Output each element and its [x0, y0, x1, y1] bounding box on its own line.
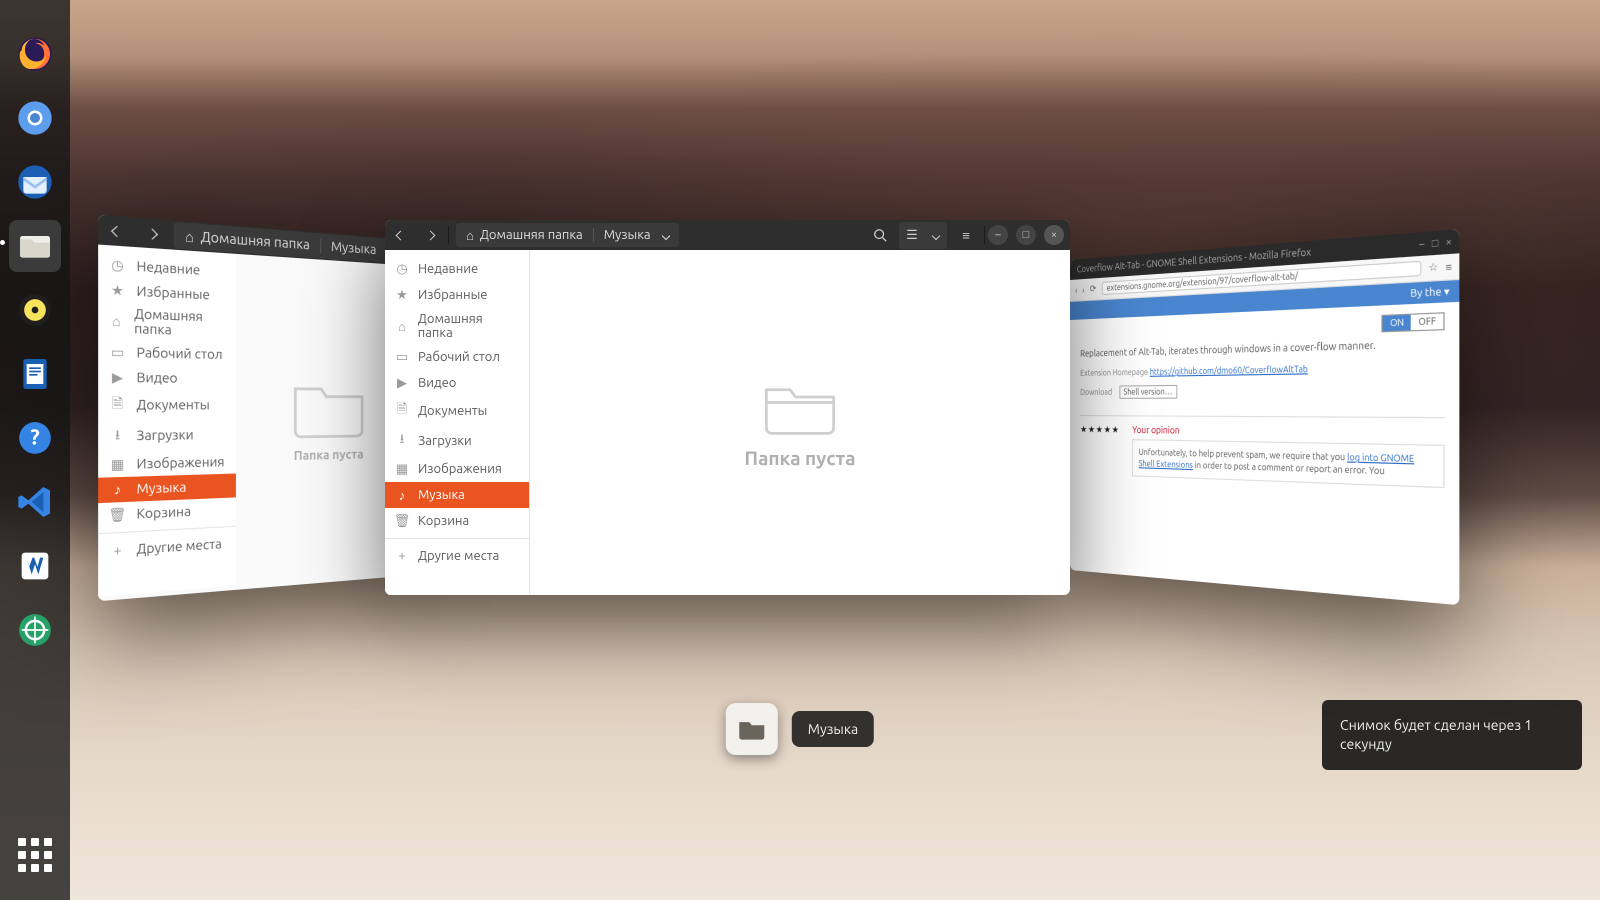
switcher-active-app: Музыка	[726, 703, 874, 755]
shell-version-select[interactable]: Shell version…	[1119, 385, 1177, 399]
nav-forward-button[interactable]: ›	[1082, 285, 1084, 295]
search-button[interactable]	[866, 222, 894, 249]
dock-files[interactable]	[9, 220, 61, 272]
nav-forward-button[interactable]	[135, 217, 168, 250]
sidebar-documents[interactable]: 🗎Документы	[98, 390, 236, 421]
sidebar-starred[interactable]: ★Избранные	[385, 282, 529, 308]
content-area: Папка пуста	[530, 250, 1070, 595]
sidebar-downloads[interactable]: ⭳Загрузки	[98, 420, 236, 452]
dock-virtualbox[interactable]	[9, 540, 61, 592]
menu-icon[interactable]: ≡	[1445, 260, 1451, 272]
switcher-app-label: Музыка	[792, 711, 874, 747]
nav-back-button[interactable]: ‹	[1075, 285, 1077, 295]
coverflow-window-left[interactable]: ⌂Домашняя папка Музыка ◷Недавние ★Избран…	[98, 215, 415, 602]
sidebar-other[interactable]: +Другие места	[98, 531, 236, 564]
hamburger-menu-button[interactable]: ≡	[952, 222, 980, 249]
sidebar-other[interactable]: +Другие места	[385, 543, 529, 569]
dock: ?	[0, 0, 70, 900]
sidebar-videos[interactable]: ▶Видео	[385, 370, 529, 396]
switcher-app-icon	[726, 703, 778, 755]
breadcrumb[interactable]: ⌂Домашняя папка Музыка	[456, 223, 679, 247]
sidebar-downloads[interactable]: ⭳Загрузки	[385, 426, 529, 456]
dock-libreoffice-writer[interactable]	[9, 348, 61, 400]
view-options-button[interactable]	[926, 222, 946, 249]
view-list-button[interactable]: ☰	[900, 222, 924, 249]
close-button[interactable]: ×	[1044, 225, 1064, 245]
coverflow-window-right[interactable]: Coverflow Alt-Tab - GNOME Shell Extensio…	[1070, 229, 1459, 605]
extension-homepage-link[interactable]: https://github.com/dmo60/CoverflowAltTab	[1150, 364, 1308, 377]
empty-message: Папка пуста	[294, 448, 364, 463]
extension-toggle[interactable]: ONOFF	[1382, 312, 1445, 332]
sidebar-trash[interactable]: 🗑Корзина	[385, 508, 529, 534]
maximize-button[interactable]: □	[1432, 237, 1439, 249]
show-applications-button[interactable]	[18, 838, 52, 872]
rating-stars: ★★★★★	[1080, 424, 1120, 476]
sidebar-videos[interactable]: ▶Видео	[98, 365, 236, 391]
empty-message: Папка пуста	[744, 447, 855, 469]
page-content: ONOFF Replacement of Alt-Tab, iterates t…	[1070, 302, 1459, 499]
maximize-button[interactable]: □	[1016, 225, 1036, 245]
sidebar-music[interactable]: ♪Музыка	[385, 482, 529, 508]
bookmark-icon[interactable]: ☆	[1428, 261, 1438, 275]
dock-rhythmbox[interactable]	[9, 284, 61, 336]
dock-remmina[interactable]	[9, 604, 61, 656]
sidebar-desktop[interactable]: ▭Рабочий стол	[385, 344, 529, 370]
reload-button[interactable]: ⟳	[1090, 283, 1097, 295]
home-icon: ⌂	[466, 228, 474, 243]
sidebar-trash[interactable]: 🗑Корзина	[98, 497, 236, 528]
sidebar-pictures[interactable]: ▦Изображения	[385, 456, 529, 482]
dock-thunderbird[interactable]	[9, 156, 61, 208]
minimize-button[interactable]: –	[988, 225, 1008, 245]
dock-chromium[interactable]	[9, 92, 61, 144]
sidebar: ◷Недавние ★Избранные ⌂Домашняя папка ▭Ра…	[385, 250, 530, 595]
nav-back-button[interactable]	[386, 222, 414, 249]
titlebar: ⌂Домашняя папка Музыка ☰ ≡ – □ ×	[385, 220, 1070, 250]
dock-firefox[interactable]	[9, 28, 61, 80]
sidebar-home[interactable]: ⌂Домашняя папка	[98, 302, 236, 343]
folder-empty-icon	[759, 377, 841, 437]
nav-back-button[interactable]	[99, 215, 133, 248]
home-icon: ⌂	[185, 228, 194, 245]
dock-vscode[interactable]	[9, 476, 61, 528]
svg-text:?: ?	[30, 426, 40, 450]
sidebar-desktop[interactable]: ▭Рабочий стол	[98, 339, 236, 367]
sidebar-home[interactable]: ⌂Домашняя папка	[385, 308, 529, 344]
dock-help[interactable]: ?	[9, 412, 61, 464]
sidebar-recent[interactable]: ◷Недавние	[385, 256, 529, 282]
close-button[interactable]: ×	[1446, 236, 1452, 249]
sidebar-documents[interactable]: 🗎Документы	[385, 396, 529, 426]
sidebar: ◷Недавние ★Избранные ⌂Домашняя папка ▭Ра…	[98, 245, 236, 597]
coverflow-window-center[interactable]: ⌂Домашняя папка Музыка ☰ ≡ – □ × ◷Недавн…	[385, 220, 1070, 595]
minimize-button[interactable]: –	[1419, 238, 1424, 250]
screenshot-countdown-notification: Снимок будет сделан через 1 секунду	[1322, 700, 1582, 770]
nav-forward-button[interactable]	[416, 222, 444, 249]
